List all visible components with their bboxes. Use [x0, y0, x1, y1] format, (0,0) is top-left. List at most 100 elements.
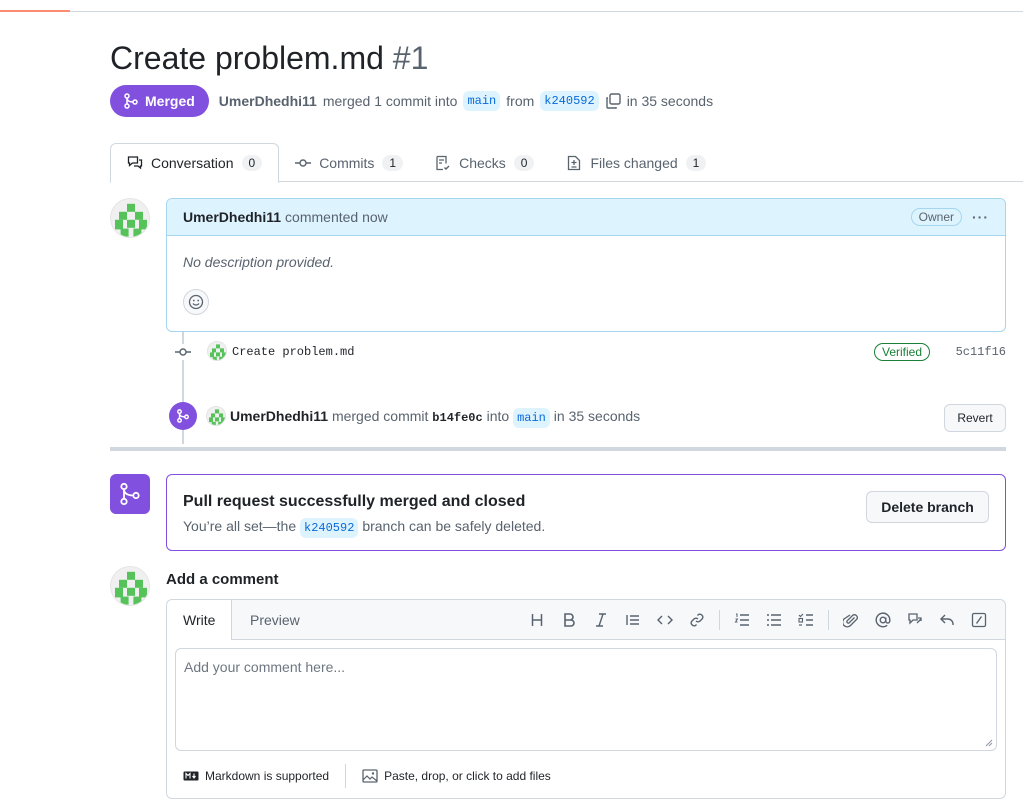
resize-handle-icon[interactable]: [983, 737, 993, 747]
comment-textarea[interactable]: Add your comment here...: [175, 648, 997, 751]
merge-author-link[interactable]: UmerDhedhi11: [230, 408, 328, 424]
editor-header: Write Preview: [167, 600, 1005, 640]
merge-time: in 35 seconds: [626, 93, 714, 109]
merged-event-text: UmerDhedhi11 merged commit b14fe0c into …: [230, 407, 640, 428]
merged-text: merged 1 commit into: [322, 93, 458, 109]
delete-branch-button[interactable]: Delete branch: [866, 491, 989, 523]
heading-icon[interactable]: [521, 604, 553, 636]
pr-meta: Merged UmerDhedhi11 merged 1 commit into…: [110, 85, 713, 117]
identicon: [111, 199, 149, 237]
timeline-merged-event: UmerDhedhi11 merged commit b14fe0c into …: [166, 400, 1006, 432]
owner-badge: Owner: [910, 208, 962, 226]
tab-counter: 0: [241, 155, 263, 171]
tab-counter: 0: [513, 154, 535, 171]
image-icon: [362, 769, 378, 783]
kebab-menu-icon[interactable]: ···: [972, 209, 989, 225]
avatar[interactable]: [110, 198, 150, 238]
from-text: from: [506, 93, 535, 109]
state-label: Merged: [145, 93, 195, 109]
head-branch[interactable]: k240592: [540, 91, 599, 111]
files-note: Paste, drop, or click to add files: [384, 769, 551, 783]
comment-discussion-icon: [127, 156, 143, 170]
tab-files-changed[interactable]: Files changed 1: [550, 143, 722, 182]
tab-conversation[interactable]: Conversation 0: [110, 143, 280, 183]
merge-status-box: Pull request successfully merged and clo…: [166, 474, 1006, 551]
pr-title: Create problem.md: [110, 40, 384, 76]
pr-tabs: Conversation 0 Commits 1 Checks 0 Files …: [110, 143, 1023, 183]
state-badge: Merged: [110, 85, 209, 117]
merge-event-time[interactable]: in 35 seconds: [554, 408, 640, 424]
merge-sha-link[interactable]: b14fe0c: [432, 411, 482, 425]
editor-footer: Markdown is supported Paste, drop, or cl…: [183, 764, 551, 788]
tab-label: Commits: [319, 154, 375, 171]
commit-sha-link[interactable]: 5c11f16: [956, 345, 1006, 359]
comment-author[interactable]: UmerDhedhi11: [183, 209, 281, 225]
commit-avatar[interactable]: [207, 341, 227, 361]
tab-label: Files changed: [590, 154, 678, 171]
reply-icon[interactable]: [931, 604, 963, 636]
unordered-list-icon[interactable]: [758, 604, 790, 636]
tab-preview[interactable]: Preview: [234, 600, 316, 640]
comment-action[interactable]: commented now: [285, 209, 388, 225]
current-user-avatar[interactable]: [110, 566, 150, 606]
markdown-toolbar: [521, 600, 995, 640]
git-merge-icon: [177, 409, 189, 423]
markdown-supported-link[interactable]: Markdown is supported: [183, 769, 329, 783]
comment-header: UmerDhedhi11 commented now Owner ···: [167, 199, 1005, 236]
tab-label: Conversation: [151, 155, 234, 171]
timeline-divider: [110, 447, 1006, 451]
merge-base-branch[interactable]: main: [513, 407, 550, 428]
mention-icon[interactable]: [867, 604, 899, 636]
git-commit-icon: [174, 344, 192, 360]
active-nav-indicator: [0, 10, 70, 12]
paperclip-icon[interactable]: [835, 604, 867, 636]
revert-button[interactable]: Revert: [944, 404, 1006, 432]
copy-icon[interactable]: [605, 93, 621, 109]
slash-commands-icon[interactable]: [963, 604, 995, 636]
quote-icon[interactable]: [617, 604, 649, 636]
bold-icon[interactable]: [553, 604, 585, 636]
tab-write[interactable]: Write: [167, 600, 233, 640]
verified-badge[interactable]: Verified: [874, 343, 931, 361]
commit-message-link[interactable]: Create problem.md: [232, 345, 354, 359]
base-branch[interactable]: main: [463, 91, 501, 111]
tab-counter: 1: [382, 154, 404, 171]
code-icon[interactable]: [649, 604, 681, 636]
merge-status-subtitle: You’re all set—the k240592 branch can be…: [183, 518, 546, 538]
toolbar-separator: [719, 610, 720, 630]
git-merge-icon: [124, 93, 138, 109]
git-commit-icon: [295, 158, 312, 167]
add-reaction-button[interactable]: [183, 289, 209, 315]
deletable-branch[interactable]: k240592: [300, 518, 359, 538]
tab-commits[interactable]: Commits 1: [279, 143, 419, 182]
tab-counter: 1: [685, 154, 707, 171]
attach-files-link[interactable]: Paste, drop, or click to add files: [362, 769, 551, 783]
identicon: [111, 567, 149, 605]
toolbar-separator: [828, 610, 829, 630]
pr-description-comment: UmerDhedhi11 commented now Owner ··· No …: [166, 198, 1006, 332]
comment-editor: Write Preview Add your comment here... M…: [166, 599, 1006, 799]
identicon: [207, 407, 225, 425]
merge-status-title: Pull request successfully merged and clo…: [183, 493, 526, 510]
git-merge-icon: [120, 482, 140, 506]
pr-number: #1: [392, 40, 429, 76]
page-title: Create problem.md #1: [110, 40, 428, 77]
smiley-icon: [188, 294, 204, 310]
merged-status-icon: [110, 474, 150, 514]
top-nav-bar: [0, 0, 1023, 12]
italic-icon[interactable]: [585, 604, 617, 636]
file-diff-icon: [568, 155, 581, 170]
tab-checks[interactable]: Checks 0: [419, 143, 550, 182]
into-text: into: [486, 407, 510, 424]
comment-body: No description provided.: [183, 254, 334, 270]
identicon: [208, 342, 226, 360]
markdown-note: Markdown is supported: [205, 769, 330, 783]
merge-sub-text-2: branch can be safely deleted.: [362, 518, 546, 534]
ordered-list-icon[interactable]: [726, 604, 758, 636]
author-link[interactable]: UmerDhedhi11: [219, 93, 317, 109]
link-icon[interactable]: [681, 604, 713, 636]
cross-reference-icon[interactable]: [899, 604, 931, 636]
merge-avatar[interactable]: [206, 406, 226, 426]
footer-separator: [345, 764, 347, 788]
task-list-icon[interactable]: [790, 604, 822, 636]
